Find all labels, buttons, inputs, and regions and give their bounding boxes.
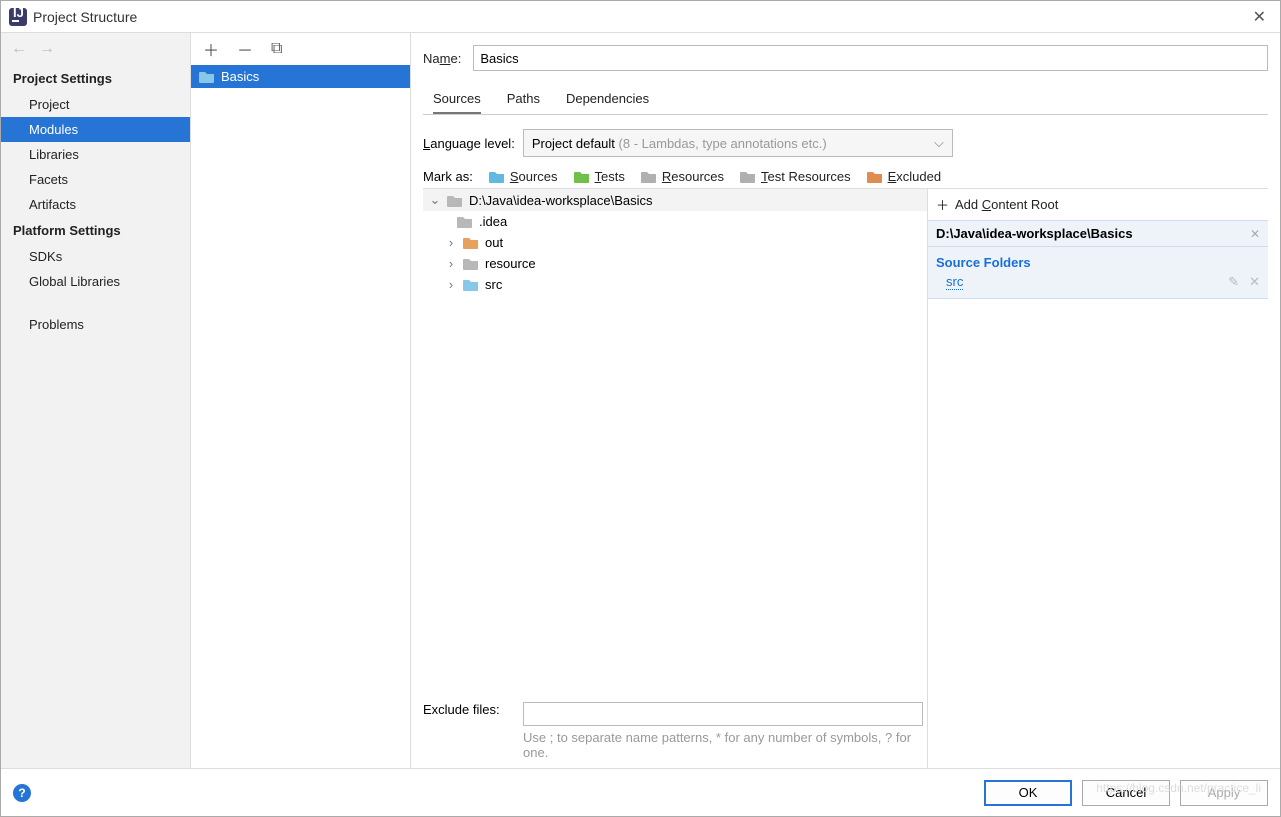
module-detail: Name: Sources Paths Dependencies Language … xyxy=(411,33,1280,768)
copy-icon[interactable]: ⧉ xyxy=(271,40,282,58)
sidebar-section-title: Platform Settings xyxy=(1,217,190,244)
mark-as-excluded[interactable]: Excluded xyxy=(867,169,941,184)
mark-as-sources[interactable]: Sources xyxy=(489,169,558,184)
exclude-hint: Use ; to separate name patterns, * for a… xyxy=(423,726,923,768)
plus-icon: ＋ xyxy=(936,195,949,214)
nav-forward-icon[interactable]: → xyxy=(39,40,55,58)
help-icon[interactable]: ? xyxy=(13,784,31,802)
content-roots-panel: ＋ Add Content Root D:\Java\idea-workspla… xyxy=(928,189,1268,768)
name-input[interactable] xyxy=(473,45,1268,71)
source-folders-label: Source Folders xyxy=(928,247,1268,272)
exclude-files-label: Exclude files: xyxy=(423,702,515,717)
remove-content-root-icon[interactable]: ✕ xyxy=(1250,227,1260,241)
sidebar-item-global-libraries[interactable]: Global Libraries xyxy=(1,269,190,294)
tabs: Sources Paths Dependencies xyxy=(423,85,1268,115)
remove-icon[interactable]: － xyxy=(237,37,253,61)
tab-dependencies[interactable]: Dependencies xyxy=(566,85,649,114)
content-root-path[interactable]: D:\Java\idea-worksplace\Basics xyxy=(936,226,1133,241)
tree-node[interactable]: ›resource xyxy=(423,253,927,274)
sidebar-item-artifacts[interactable]: Artifacts xyxy=(1,192,190,217)
mark-as-tests[interactable]: Tests xyxy=(574,169,625,184)
sidebar: ← → Project SettingsProjectModulesLibrar… xyxy=(1,33,191,768)
module-list-panel: ＋ － ⧉ Basics xyxy=(191,33,411,768)
dialog-footer: ? OK Cancel Apply xyxy=(1,768,1280,816)
nav-back-icon[interactable]: ← xyxy=(11,40,27,58)
name-label: Name: xyxy=(423,51,461,66)
mark-as-resources[interactable]: Resources xyxy=(641,169,724,184)
close-icon[interactable]: ✕ xyxy=(1247,7,1272,27)
remove-icon[interactable]: ✕ xyxy=(1249,274,1260,290)
add-content-root-button[interactable]: ＋ Add Content Root xyxy=(928,189,1268,220)
apply-button[interactable]: Apply xyxy=(1180,780,1268,806)
tree-node[interactable]: .idea xyxy=(423,211,927,232)
sidebar-item-project[interactable]: Project xyxy=(1,92,190,117)
chevron-down-icon: ⌵ xyxy=(934,135,944,151)
tree-root[interactable]: ⌄D:\Java\idea-worksplace\Basics xyxy=(423,189,927,211)
window-title: Project Structure xyxy=(33,9,137,25)
module-item[interactable]: Basics xyxy=(191,65,410,88)
ok-button[interactable]: OK xyxy=(984,780,1072,806)
edit-icon[interactable]: ✎ xyxy=(1228,274,1239,290)
tab-paths[interactable]: Paths xyxy=(507,85,540,114)
sidebar-item-modules[interactable]: Modules xyxy=(1,117,190,142)
sidebar-section-title: Project Settings xyxy=(1,65,190,92)
sidebar-item-sdks[interactable]: SDKs xyxy=(1,244,190,269)
mark-as-label: Mark as: xyxy=(423,169,473,184)
add-icon[interactable]: ＋ xyxy=(203,37,219,61)
tree-node[interactable]: ›src xyxy=(423,274,927,295)
language-level-select[interactable]: Project default (8 - Lambdas, type annot… xyxy=(523,129,953,157)
intellij-icon: IJ xyxy=(9,8,27,26)
cancel-button[interactable]: Cancel xyxy=(1082,780,1170,806)
exclude-files-input[interactable] xyxy=(523,702,923,726)
mark-as-test-resources[interactable]: Test Resources xyxy=(740,169,851,184)
language-level-label: Language level: xyxy=(423,136,515,151)
sidebar-item-problems[interactable]: Problems xyxy=(1,312,190,337)
content-tree[interactable]: ⌄D:\Java\idea-worksplace\Basics.idea›out… xyxy=(423,189,927,694)
tab-sources[interactable]: Sources xyxy=(433,85,481,114)
titlebar: IJ Project Structure ✕ xyxy=(1,1,1280,33)
source-folder-item[interactable]: src✎✕ xyxy=(928,272,1268,299)
sidebar-item-libraries[interactable]: Libraries xyxy=(1,142,190,167)
sidebar-item-facets[interactable]: Facets xyxy=(1,167,190,192)
svg-text:IJ: IJ xyxy=(13,8,24,20)
tree-node[interactable]: ›out xyxy=(423,232,927,253)
